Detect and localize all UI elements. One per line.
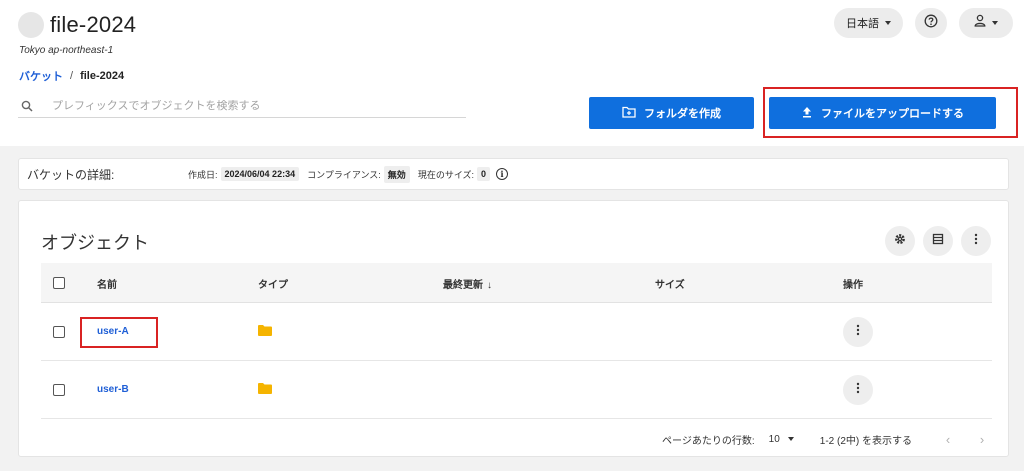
top-right-controls: 日本語 bbox=[834, 8, 1013, 38]
select-all-checkbox[interactable] bbox=[53, 277, 65, 289]
row-checkbox[interactable] bbox=[53, 326, 65, 338]
compliance-value: 無効 bbox=[383, 165, 410, 183]
user-icon bbox=[974, 14, 986, 32]
upload-file-button[interactable]: ファイルをアップロードする bbox=[769, 97, 996, 129]
column-actions: 操作 bbox=[843, 280, 863, 291]
row-checkbox[interactable] bbox=[53, 384, 65, 396]
search-icon bbox=[20, 99, 34, 113]
folder-icon bbox=[258, 323, 272, 341]
more-vert-icon bbox=[974, 232, 978, 250]
chevron-left-icon[interactable]: ‹ bbox=[938, 432, 958, 447]
page-title: file-2024 bbox=[50, 12, 137, 37]
more-vert-icon bbox=[856, 381, 860, 399]
settings-icon bbox=[893, 232, 907, 251]
created-label: 作成日: bbox=[188, 169, 218, 180]
help-button[interactable] bbox=[915, 8, 947, 38]
sort-down-icon: ↓ bbox=[487, 280, 492, 291]
chevron-down-icon bbox=[787, 437, 794, 441]
breadcrumb-separator: / bbox=[70, 70, 74, 82]
upload-file-label: ファイルをアップロードする bbox=[821, 108, 964, 120]
column-modified-label: 最終更新 bbox=[443, 280, 483, 291]
objects-panel: オブジェクト 名前 タイプ 最終更新 ↓ サイズ 操作 user-A user-… bbox=[18, 200, 1009, 457]
folder-icon bbox=[258, 381, 272, 399]
title-row: file-2024 bbox=[18, 12, 136, 38]
objects-title: オブジェクト bbox=[41, 233, 149, 253]
create-folder-button[interactable]: フォルダを作成 bbox=[589, 97, 754, 129]
breadcrumb-current: file-2024 bbox=[80, 70, 125, 82]
object-link-user-b[interactable]: user-B bbox=[97, 384, 129, 395]
details-title: バケットの詳細: bbox=[27, 167, 115, 182]
search-bar bbox=[18, 94, 466, 118]
search-input[interactable] bbox=[52, 99, 432, 112]
user-menu-button[interactable] bbox=[959, 8, 1013, 38]
columns-button[interactable] bbox=[923, 226, 953, 256]
size-label: 現在のサイズ: bbox=[417, 169, 475, 180]
rows-per-page-select[interactable]: 10 bbox=[769, 434, 794, 445]
region-label: Tokyo ap-northeast-1 bbox=[19, 45, 114, 56]
breadcrumb-buckets-link[interactable]: バケット bbox=[19, 68, 63, 84]
create-folder-label: フォルダを作成 bbox=[644, 108, 721, 120]
chevron-right-icon[interactable]: › bbox=[972, 432, 992, 447]
column-size[interactable]: サイズ bbox=[655, 276, 685, 291]
more-options-button[interactable] bbox=[961, 226, 991, 256]
pagination: ページあたりの行数: 10 1-2 (2中) を表示する ‹ › bbox=[662, 432, 992, 447]
rows-per-page-label: ページあたりの行数: bbox=[662, 435, 755, 447]
row-actions-button[interactable] bbox=[843, 317, 873, 347]
row-actions-button[interactable] bbox=[843, 375, 873, 405]
help-icon bbox=[924, 14, 938, 33]
column-type[interactable]: タイプ bbox=[258, 276, 288, 291]
language-select[interactable]: 日本語 bbox=[834, 8, 903, 38]
bucket-avatar bbox=[18, 12, 44, 38]
table-header: 名前 タイプ 最終更新 ↓ サイズ 操作 bbox=[41, 263, 992, 303]
info-icon[interactable]: i bbox=[496, 168, 509, 180]
rows-per-page-value: 10 bbox=[768, 433, 780, 445]
table-settings-button[interactable] bbox=[885, 226, 915, 256]
chevron-down-icon bbox=[885, 21, 891, 25]
object-link-user-a[interactable]: user-A bbox=[97, 326, 129, 337]
pagination-range: 1-2 (2中) を表示する bbox=[819, 435, 912, 447]
columns-icon bbox=[932, 232, 944, 250]
column-name[interactable]: 名前 bbox=[97, 276, 117, 291]
top-bar: file-2024 Tokyo ap-northeast-1 バケット / fi… bbox=[0, 0, 1024, 146]
created-value: 2024/06/04 22:34 bbox=[220, 167, 300, 181]
bucket-details-bar: バケットの詳細: 作成日: 2024/06/04 22:34 コンプライアンス:… bbox=[18, 158, 1009, 190]
chevron-down-icon bbox=[992, 21, 998, 25]
size-value: 0 bbox=[477, 167, 491, 181]
column-modified[interactable]: 最終更新 ↓ bbox=[443, 276, 492, 291]
table-row: user-B bbox=[41, 361, 992, 419]
breadcrumb: バケット / file-2024 bbox=[19, 68, 124, 84]
language-label: 日本語 bbox=[846, 18, 879, 30]
upload-icon bbox=[801, 106, 813, 121]
new-folder-icon bbox=[622, 106, 636, 121]
compliance-label: コンプライアンス: bbox=[307, 169, 381, 180]
table-row: user-A bbox=[41, 303, 992, 361]
more-vert-icon bbox=[856, 323, 860, 341]
